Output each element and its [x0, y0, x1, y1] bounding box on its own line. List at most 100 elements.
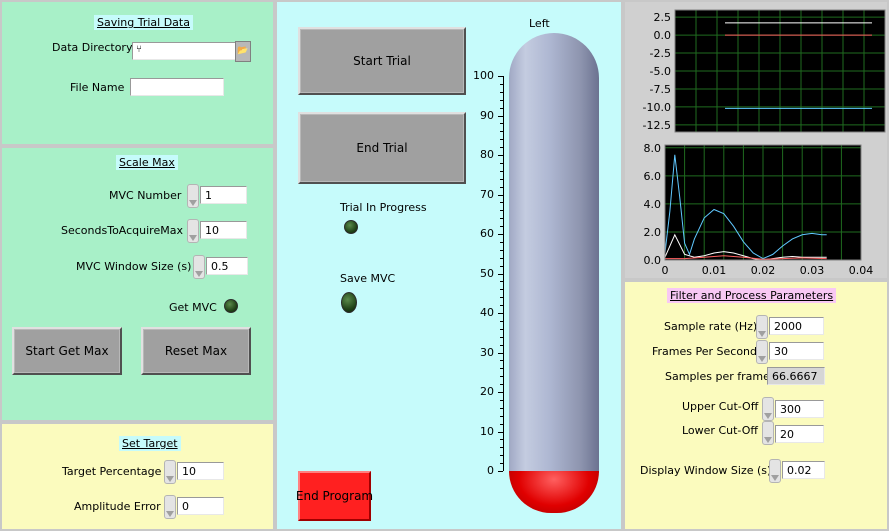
x-tick-label: 0.04	[849, 264, 874, 277]
samples-per-frame-label: Samples per frame	[665, 370, 770, 383]
y-tick-label: 0.0	[644, 254, 662, 267]
display-window-size-stepper[interactable]	[769, 459, 781, 483]
thermometer-tick-label: 30	[480, 345, 494, 359]
thermometer-minor-tick	[500, 336, 503, 338]
sample-rate-field[interactable]: 2000	[769, 317, 824, 335]
thermometer-minor-tick	[500, 265, 503, 267]
seconds-to-acquire-stepper[interactable]	[187, 219, 199, 243]
thermometer-minor-tick	[500, 407, 503, 409]
browse-folder-button[interactable]: 📂	[235, 41, 251, 62]
thermometer-minor-tick	[500, 399, 503, 401]
trial-control-panel: Start Trial End Trial Trial In Progress …	[275, 0, 623, 531]
y-tick-label: -7.5	[650, 83, 671, 96]
thermometer-tick-label: 100	[473, 69, 494, 82]
set-target-panel: Set Target Target Percentage 10 Amplitud…	[0, 422, 275, 531]
thermometer-bulb	[509, 471, 599, 513]
start-trial-button[interactable]: Start Trial	[298, 27, 466, 95]
thermometer-minor-tick	[500, 147, 503, 149]
display-window-size-field[interactable]: 0.02	[782, 461, 825, 479]
frames-per-second-stepper[interactable]	[756, 340, 768, 364]
y-tick-label: 2.0	[644, 226, 662, 239]
lower-cutoff-field[interactable]: 20	[775, 425, 824, 443]
data-directory-field[interactable]: ⑂	[132, 42, 236, 60]
y-tick-label: -2.5	[650, 47, 671, 60]
thermometer-tick-mark	[498, 194, 503, 196]
saving-trial-data-panel: Saving Trial Data Data Directory ⑂ 📂 Fil…	[0, 0, 275, 146]
target-percentage-stepper[interactable]	[164, 460, 176, 484]
thermometer-tick-mark	[498, 76, 503, 77]
thermometer-minor-tick	[500, 447, 503, 449]
reset-max-button[interactable]: Reset Max	[141, 327, 251, 375]
y-tick-label: -5.0	[650, 65, 671, 78]
data-directory-label: Data Directory	[52, 41, 133, 54]
start-get-max-button[interactable]: Start Get Max	[12, 327, 122, 375]
x-tick-label: 0	[662, 264, 669, 277]
thermometer-minor-tick	[500, 123, 503, 125]
mvc-number-label: MVC Number	[109, 189, 182, 202]
thermometer-minor-tick	[500, 289, 503, 291]
end-trial-button[interactable]: End Trial	[298, 112, 466, 184]
save-mvc-led[interactable]	[341, 292, 357, 313]
thermometer-tick-mark	[498, 313, 503, 314]
mvc-window-size-stepper[interactable]	[193, 255, 205, 279]
x-tick-label: 0.03	[800, 264, 825, 277]
mvc-window-size-field[interactable]: 0.5	[206, 257, 248, 275]
thermometer-title: Left	[529, 17, 550, 30]
target-percentage-field[interactable]: 10	[177, 462, 224, 480]
thermometer-minor-tick	[500, 210, 503, 212]
thermometer-minor-tick	[500, 202, 503, 204]
filter-process-title: Filter and Process Parameters	[667, 288, 837, 303]
seconds-to-acquire-field[interactable]: 10	[200, 221, 247, 239]
thermometer-minor-tick	[500, 376, 503, 378]
mvc-number-field[interactable]: 1	[200, 186, 247, 204]
thermometer-minor-tick	[500, 360, 503, 362]
thermometer-minor-tick	[500, 186, 503, 188]
upper-cutoff-field[interactable]: 300	[775, 400, 824, 418]
end-program-button[interactable]: End Program	[296, 471, 373, 521]
save-mvc-label: Save MVC	[340, 272, 396, 285]
folder-icon: 📂	[237, 46, 249, 56]
y-tick-label: 8.0	[644, 142, 662, 155]
display-window-size-label: Display Window Size (s)	[640, 464, 772, 477]
thermometer-minor-tick	[500, 415, 503, 417]
target-percentage-label: Target Percentage	[62, 465, 162, 478]
thermometer-tick-label: 70	[480, 187, 494, 201]
thermometer-bar	[509, 33, 601, 513]
lower-cutoff-label: Lower Cut-Off	[682, 424, 758, 437]
thermometer-minor-tick	[500, 241, 503, 243]
upper-cutoff-stepper[interactable]	[762, 397, 774, 421]
thermometer-minor-tick	[500, 178, 503, 180]
amplitude-error-field[interactable]: 0	[177, 497, 224, 515]
thermometer-tube	[509, 33, 599, 473]
filter-process-panel: Filter and Process Parameters Sample rat…	[623, 280, 889, 531]
thermometer-minor-tick	[500, 226, 503, 228]
thermometer-tick-mark	[498, 352, 503, 354]
thermometer-tick-mark	[498, 392, 503, 393]
y-tick-label: 4.0	[644, 198, 662, 211]
sample-rate-stepper[interactable]	[756, 315, 768, 339]
thermometer-tick-label: 60	[480, 227, 494, 240]
thermometer-tick-mark	[498, 273, 503, 275]
thermometer-minor-tick	[500, 281, 503, 283]
samples-per-frame-field: 66.6667	[767, 367, 825, 385]
thermometer-minor-tick	[500, 131, 503, 133]
thermometer-minor-tick	[500, 423, 503, 425]
get-mvc-led[interactable]	[224, 299, 238, 313]
lower-cutoff-stepper[interactable]	[762, 421, 774, 445]
thermometer-tick-label: 0	[487, 464, 494, 477]
thermometer-minor-tick	[500, 107, 503, 109]
thermometer-minor-tick	[500, 344, 503, 346]
mvc-number-stepper[interactable]	[187, 184, 199, 208]
file-name-field[interactable]	[130, 78, 224, 96]
thermometer-minor-tick	[500, 91, 503, 93]
x-tick-label: 0.01	[702, 264, 727, 277]
amplitude-error-stepper[interactable]	[164, 495, 176, 519]
thermometer-tick-label: 10	[480, 424, 494, 438]
thermometer-tick-mark	[498, 115, 503, 117]
trial-in-progress-label: Trial In Progress	[340, 201, 427, 214]
thermometer-minor-tick	[500, 439, 503, 441]
seconds-to-acquire-label: SecondsToAcquireMax	[61, 224, 183, 237]
frames-per-second-field[interactable]: 30	[769, 342, 824, 360]
y-tick-label: 2.5	[654, 11, 672, 24]
thermometer-minor-tick	[500, 463, 503, 465]
